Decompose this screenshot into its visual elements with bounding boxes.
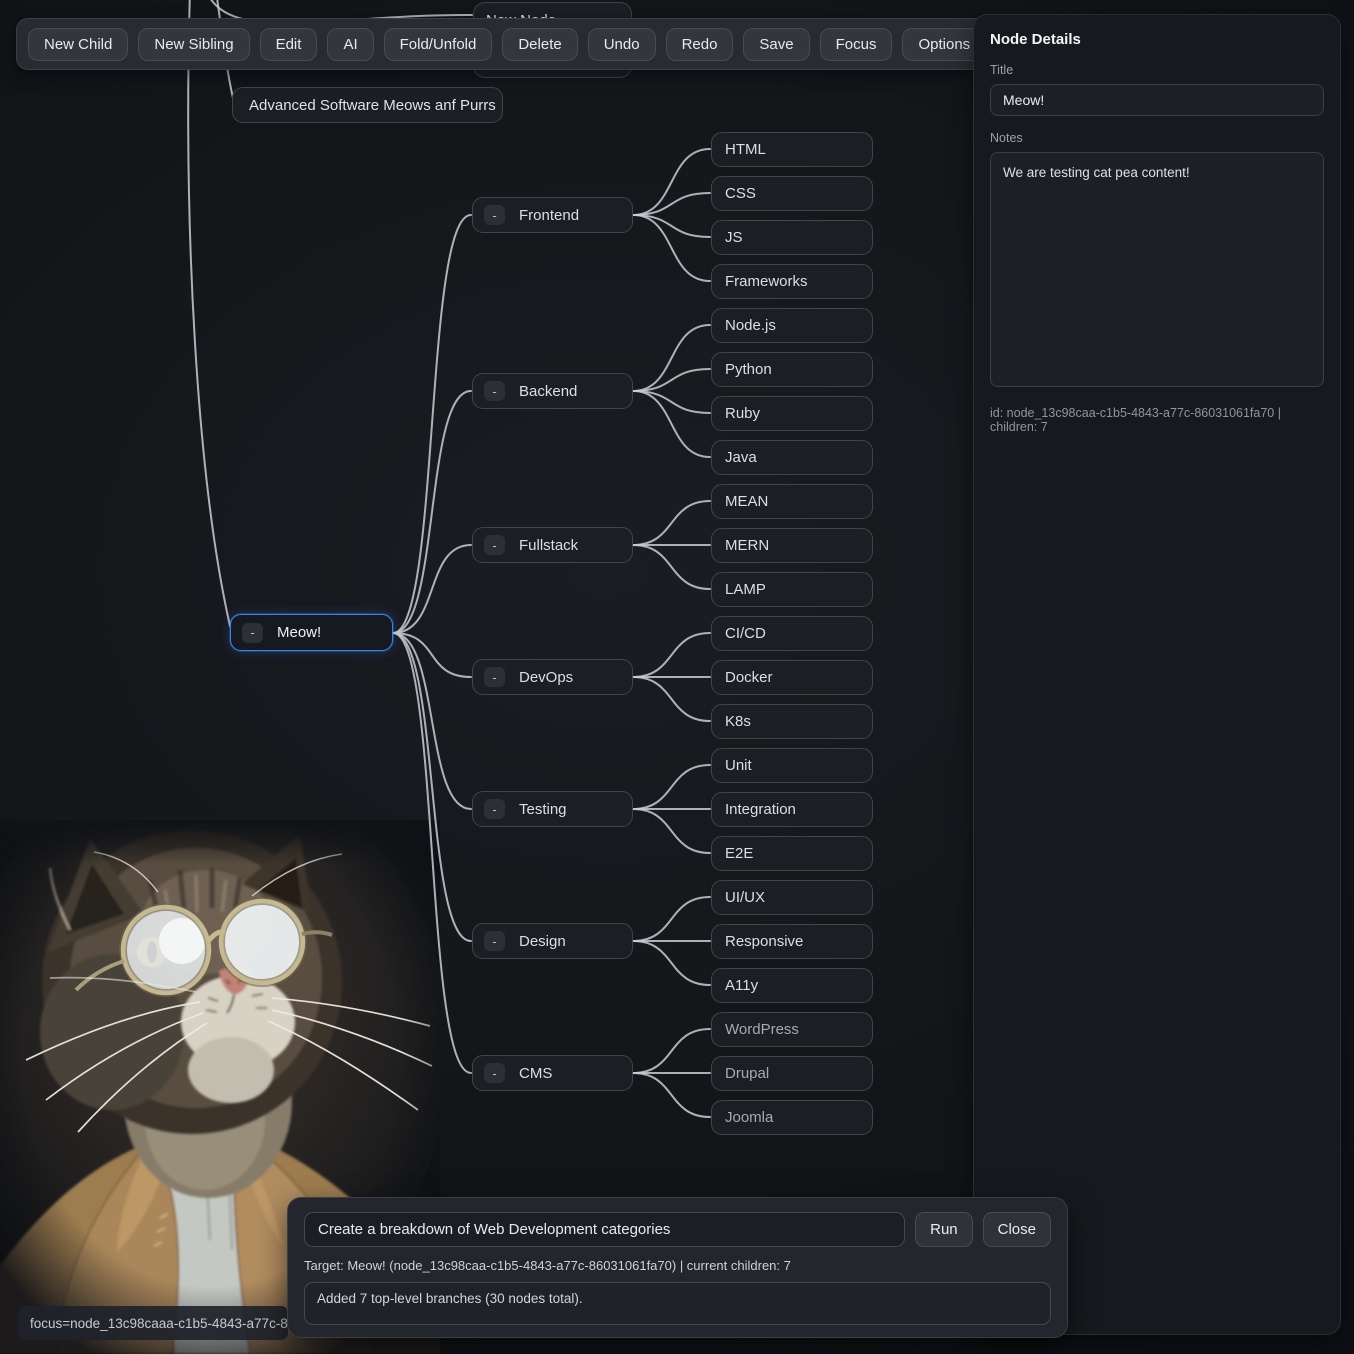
collapse-button[interactable]: - bbox=[484, 381, 505, 401]
leaf-node-lamp[interactable]: LAMP bbox=[711, 571, 873, 607]
toolbar-button-undo[interactable]: Undo bbox=[587, 27, 656, 61]
toolbar-button-ai[interactable]: AI bbox=[327, 27, 374, 61]
node-label: Drupal bbox=[725, 1064, 770, 1082]
node-label: Design bbox=[519, 932, 566, 950]
branch-node-frontend[interactable]: - Frontend bbox=[472, 197, 633, 233]
node-label: DevOps bbox=[519, 668, 574, 686]
node-label: Ruby bbox=[725, 404, 761, 422]
leaf-node-a11y[interactable]: A11y bbox=[711, 967, 873, 1003]
title-input[interactable] bbox=[990, 84, 1324, 116]
panel-title: Node Details bbox=[990, 31, 1081, 48]
leaf-node-joomla[interactable]: Joomla bbox=[711, 1099, 873, 1135]
node-label: MERN bbox=[725, 536, 770, 554]
leaf-node-ci-cd[interactable]: CI/CD bbox=[711, 615, 873, 651]
node-label: Java bbox=[725, 448, 757, 466]
leaf-node-e2e[interactable]: E2E bbox=[711, 835, 873, 871]
root-node-meow[interactable]: - Meow! bbox=[230, 614, 393, 651]
target-line: Target: Meow! (node_13c98caa-c1b5-4843-a… bbox=[304, 1258, 791, 1273]
leaf-node-java[interactable]: Java bbox=[711, 439, 873, 475]
leaf-node-mern[interactable]: MERN bbox=[711, 527, 873, 563]
leaf-node-node-js[interactable]: Node.js bbox=[711, 307, 873, 343]
node-label: WordPress bbox=[725, 1020, 799, 1038]
toolbar-button-fold-unfold[interactable]: Fold/Unfold bbox=[383, 27, 493, 61]
leaf-node-python[interactable]: Python bbox=[711, 351, 873, 387]
run-button[interactable]: Run bbox=[915, 1212, 973, 1247]
node-label: MEAN bbox=[725, 492, 769, 510]
node-label: A11y bbox=[725, 976, 759, 994]
node-label: E2E bbox=[725, 844, 754, 862]
node-label: Frontend bbox=[519, 206, 580, 224]
leaf-node-ui-ux[interactable]: UI/UX bbox=[711, 879, 873, 915]
branch-node-design[interactable]: - Design bbox=[472, 923, 633, 959]
node-label: Integration bbox=[725, 800, 796, 818]
toolbar-button-redo[interactable]: Redo bbox=[665, 27, 734, 61]
toolbar: New Child New Sibling Edit AI Fold/Unfold Del… bbox=[16, 18, 999, 70]
toolbar-button-new-sibling[interactable]: New Sibling bbox=[138, 27, 250, 61]
toolbar-button-edit[interactable]: Edit bbox=[259, 27, 318, 61]
node-label: CMS bbox=[519, 1064, 553, 1082]
node-label: Backend bbox=[519, 382, 578, 400]
collapse-button[interactable]: - bbox=[484, 667, 505, 687]
node-label: Joomla bbox=[725, 1108, 774, 1126]
leaf-node-drupal[interactable]: Drupal bbox=[711, 1055, 873, 1091]
leaf-node-mean[interactable]: MEAN bbox=[711, 483, 873, 519]
node-label: Unit bbox=[725, 756, 752, 774]
branch-node-cms[interactable]: - CMS bbox=[472, 1055, 633, 1091]
leaf-node-unit[interactable]: Unit bbox=[711, 747, 873, 783]
branch-node-devops[interactable]: - DevOps bbox=[472, 659, 633, 695]
notes-textarea[interactable]: We are testing cat pea content! bbox=[990, 152, 1324, 387]
collapse-button[interactable]: - bbox=[484, 931, 505, 951]
close-button[interactable]: Close bbox=[982, 1212, 1051, 1247]
collapse-button[interactable]: - bbox=[242, 622, 263, 643]
node-label: Testing bbox=[519, 800, 567, 818]
title-label: Title bbox=[990, 63, 1014, 77]
status-message: Added 7 top-level branches (30 nodes tot… bbox=[304, 1282, 1051, 1325]
node-meta: id: node_13c98caa-c1b5-4843-a77c-8603106… bbox=[990, 406, 1281, 434]
leaf-node-html[interactable]: HTML bbox=[711, 131, 873, 167]
node-label: HTML bbox=[725, 140, 766, 158]
ai-prompt-panel: Run Close Target: Meow! (node_13c98caa-c… bbox=[287, 1197, 1068, 1338]
focus-status-chip: focus=node_13c98caaa-c1b5-4843-a77c-8603 bbox=[18, 1306, 288, 1340]
leaf-node-docker[interactable]: Docker bbox=[711, 659, 873, 695]
leaf-node-frameworks[interactable]: Frameworks bbox=[711, 263, 873, 299]
node-label: K8s bbox=[725, 712, 751, 730]
leaf-node-css[interactable]: CSS bbox=[711, 175, 873, 211]
prompt-input[interactable] bbox=[304, 1212, 906, 1247]
node-details-panel: Node Details Title Notes We are testing … bbox=[973, 14, 1341, 1335]
node-label: Meow! bbox=[277, 624, 322, 641]
collapse-button[interactable]: - bbox=[484, 1063, 505, 1083]
leaf-node-integration[interactable]: Integration bbox=[711, 791, 873, 827]
collapse-button[interactable]: - bbox=[484, 205, 505, 225]
node-label: CI/CD bbox=[725, 624, 766, 642]
node-label: Frameworks bbox=[725, 272, 808, 290]
node-label: LAMP bbox=[725, 580, 766, 598]
branch-node-testing[interactable]: - Testing bbox=[472, 791, 633, 827]
toolbar-button-new-child[interactable]: New Child bbox=[28, 27, 129, 61]
leaf-node-responsive[interactable]: Responsive bbox=[711, 923, 873, 959]
collapse-button[interactable]: - bbox=[484, 799, 505, 819]
leaf-node-wordpress[interactable]: WordPress bbox=[711, 1011, 873, 1047]
leaf-node-js[interactable]: JS bbox=[711, 219, 873, 255]
toolbar-button-delete[interactable]: Delete bbox=[502, 27, 578, 61]
node-label: UI/UX bbox=[725, 888, 766, 906]
branch-node-backend[interactable]: - Backend bbox=[472, 373, 633, 409]
leaf-node-ruby[interactable]: Ruby bbox=[711, 395, 873, 431]
node-advanced-software[interactable]: Advanced Software Meows anf Purrs bbox=[232, 87, 503, 123]
toolbar-button-save[interactable]: Save bbox=[743, 27, 810, 61]
node-label: Python bbox=[725, 360, 772, 378]
branch-node-fullstack[interactable]: - Fullstack bbox=[472, 527, 633, 563]
node-label: Docker bbox=[725, 668, 773, 686]
node-label: JS bbox=[725, 228, 743, 246]
node-label: Node.js bbox=[725, 316, 776, 334]
notes-label: Notes bbox=[990, 131, 1023, 145]
toolbar-button-focus[interactable]: Focus bbox=[819, 27, 893, 61]
collapse-button[interactable]: - bbox=[484, 535, 505, 555]
node-label: Responsive bbox=[725, 932, 804, 950]
leaf-node-k8s[interactable]: K8s bbox=[711, 703, 873, 739]
node-label: CSS bbox=[725, 184, 756, 202]
node-label: Fullstack bbox=[519, 536, 579, 554]
